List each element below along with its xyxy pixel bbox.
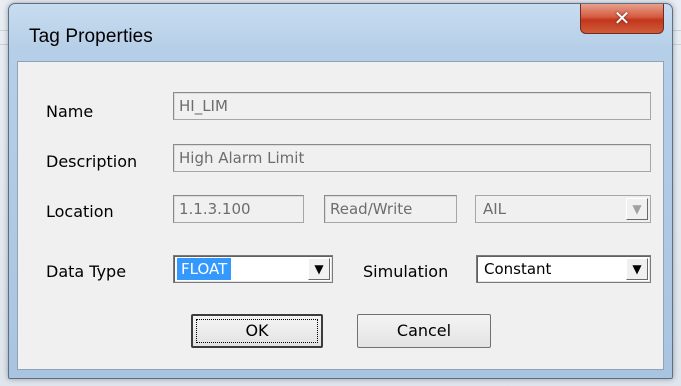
description-field[interactable]: High Alarm Limit	[173, 144, 651, 172]
cancel-button[interactable]: Cancel	[357, 314, 491, 348]
module-select[interactable]: AIL ▼	[475, 195, 651, 223]
location-field[interactable]: 1.1.3.100	[173, 195, 304, 223]
dialog-body: Name HI_LIM Description High Alarm Limit…	[17, 61, 664, 370]
name-field[interactable]: HI_LIM	[173, 92, 651, 120]
close-icon: ✕	[613, 6, 631, 30]
data-type-select-value: FLOAT	[177, 258, 232, 280]
dialog-title: Tag Properties	[29, 26, 153, 47]
simulation-select[interactable]: Constant ▼	[476, 255, 651, 283]
access-field[interactable]: Read/Write	[324, 195, 457, 223]
chevron-down-icon[interactable]: ▼	[626, 198, 648, 220]
simulation-label: Simulation	[363, 262, 449, 281]
title-bar[interactable]: Tag Properties ✕	[9, 4, 672, 62]
data-type-label: Data Type	[46, 262, 127, 281]
location-label: Location	[46, 202, 114, 221]
chevron-down-icon[interactable]: ▼	[626, 258, 648, 280]
simulation-select-value: Constant	[484, 260, 552, 278]
module-select-value: AIL	[483, 200, 507, 218]
data-type-select[interactable]: FLOAT ▼	[173, 255, 333, 283]
chevron-down-icon[interactable]: ▼	[308, 258, 330, 280]
focus-rectangle	[196, 319, 318, 343]
description-label: Description	[46, 152, 138, 171]
name-label: Name	[46, 102, 94, 121]
tag-properties-dialog: Tag Properties ✕ Name HI_LIM Description…	[8, 3, 673, 379]
close-button[interactable]: ✕	[580, 4, 664, 34]
cancel-button-label: Cancel	[396, 321, 452, 340]
ok-button[interactable]: OK	[191, 314, 323, 348]
